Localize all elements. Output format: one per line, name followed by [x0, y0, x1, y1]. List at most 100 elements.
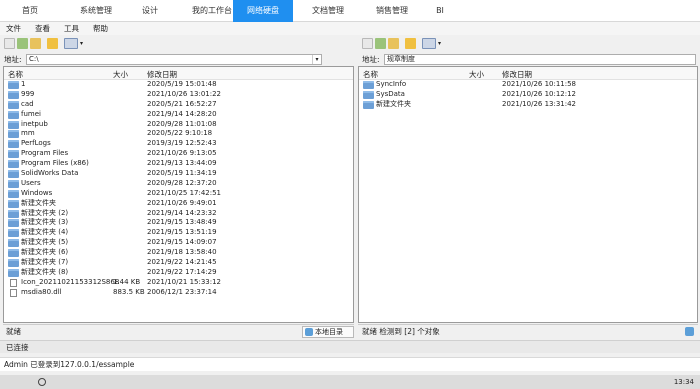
list-item[interactable]: 新建文件夹 (4) 2021/9/15 13:51:19	[4, 228, 353, 238]
taskbar-clock: 13:34	[673, 378, 694, 386]
list-item[interactable]: SolidWorks Data 2020/5/19 11:34:19	[4, 169, 353, 179]
file-icon	[10, 288, 17, 297]
list-item[interactable]: 新建文件夹 (5) 2021/9/15 14:09:07	[4, 238, 353, 248]
item-date: 2021/9/22 17:14:29	[147, 267, 217, 276]
menu-item-1[interactable]: 查看	[35, 23, 50, 34]
tab-6[interactable]: 销售管理	[362, 0, 422, 22]
list-item[interactable]: Program Files 2021/10/26 9:13:05	[4, 149, 353, 159]
right-file-list[interactable]: 名称 大小 修改日期 SyncInfo 2021/10/26 10:11:58 Sy…	[358, 66, 698, 323]
item-date: 2006/12/1 23:37:14	[147, 287, 217, 296]
list-item[interactable]: fumei 2021/9/14 14:28:20	[4, 110, 353, 120]
open-folder-icon[interactable]	[405, 38, 416, 49]
right-status-bar: 就绪 检测到 [2] 个对象	[358, 324, 698, 338]
view-mode-icon[interactable]	[422, 38, 436, 49]
folder-icon	[8, 259, 19, 268]
list-item[interactable]: inetpub 2020/9/28 11:01:08	[4, 120, 353, 130]
local-directory-button[interactable]: 本地目录	[302, 326, 354, 338]
list-item[interactable]: msdia80.dll 883.5 KB 2006/12/1 23:37:14	[4, 288, 353, 298]
tab-5[interactable]: 文档管理	[298, 0, 358, 22]
search-icon[interactable]	[38, 378, 46, 386]
right-address-bar: 地址: 规章制度	[362, 53, 696, 65]
left-file-list[interactable]: 名称 大小 修改日期 1 2020/5/19 15:01:48 999 2021/10…	[3, 66, 354, 323]
column-name[interactable]: 名称	[363, 69, 378, 80]
folder-icon	[363, 100, 374, 109]
top-navigation: 首页 系统管理 设计 我的工作台 网络硬盘 文档管理 销售管理 BI	[0, 0, 700, 22]
left-status-bar: 就绪 本地目录	[3, 324, 354, 338]
tab-0[interactable]: 首页	[4, 0, 56, 22]
item-name: Program Files (x86)	[21, 159, 89, 168]
column-name[interactable]: 名称	[8, 69, 23, 80]
item-name: Windows	[21, 188, 53, 197]
list-item[interactable]: 新建文件夹 (6) 2021/9/18 13:58:40	[4, 248, 353, 258]
list-item[interactable]: SyncInfo 2021/10/26 10:11:58	[359, 80, 697, 90]
column-date[interactable]: 修改日期	[147, 69, 177, 80]
list-item[interactable]: 新建文件夹 (3) 2021/9/15 13:48:49	[4, 218, 353, 228]
item-name: SolidWorks Data	[21, 169, 79, 178]
sync-icon[interactable]	[685, 327, 694, 336]
folder-icon	[363, 90, 374, 99]
folder-icon	[8, 170, 19, 179]
item-name: fumei	[21, 109, 41, 118]
new-document-icon[interactable]	[4, 38, 15, 49]
item-date: 2021/10/26 13:01:22	[147, 89, 222, 98]
menu-item-3[interactable]: 帮助	[93, 23, 108, 34]
item-name: 新建文件夹	[376, 99, 411, 108]
item-date: 2020/5/22 9:10:18	[147, 129, 213, 138]
item-name: 1	[21, 80, 26, 88]
tab-4[interactable]: 网络硬盘	[233, 0, 293, 22]
list-item[interactable]: Icon_20211021153312S868 1.44 KB 2021/10/21…	[4, 278, 353, 288]
list-item[interactable]: Program Files (x86) 2021/9/13 13:44:09	[4, 159, 353, 169]
list-item[interactable]: Windows 2021/10/25 17:42:51	[4, 189, 353, 199]
chevron-down-icon[interactable]: ▾	[312, 54, 321, 64]
login-status: Admin 已登录到127.0.0.1/essample	[0, 357, 700, 371]
list-item[interactable]: cad 2020/5/21 16:52:27	[4, 100, 353, 110]
folder-icon	[8, 209, 19, 218]
column-date[interactable]: 修改日期	[502, 69, 532, 80]
list-item[interactable]: 新建文件夹 (2) 2021/9/14 14:23:32	[4, 209, 353, 219]
open-folder-icon[interactable]	[47, 38, 58, 49]
item-date: 2021/9/15 13:48:49	[147, 218, 217, 227]
menu-item-2[interactable]: 工具	[64, 23, 79, 34]
tab-1[interactable]: 系统管理	[60, 0, 132, 22]
right-address-field[interactable]: 规章制度	[384, 53, 696, 65]
column-size[interactable]: 大小	[469, 69, 484, 80]
item-date: 2021/10/21 15:33:12	[147, 277, 222, 286]
address-label: 地址:	[362, 54, 380, 64]
address-label: 地址:	[4, 54, 22, 64]
item-date: 2021/10/26 13:31:42	[502, 99, 577, 108]
folder-icon	[8, 90, 19, 99]
chevron-down-icon[interactable]: ▾	[80, 40, 83, 47]
item-name: 新建文件夹 (4)	[21, 228, 69, 237]
up-folder-icon[interactable]	[30, 38, 41, 49]
list-item[interactable]: 新建文件夹 (8) 2021/9/22 17:14:29	[4, 268, 353, 278]
list-item[interactable]: 999 2021/10/26 13:01:22	[4, 90, 353, 100]
address-value: 规章制度	[387, 54, 415, 63]
left-column-header: 名称 大小 修改日期	[4, 67, 353, 80]
new-document-icon[interactable]	[362, 38, 373, 49]
list-item[interactable]: 新建文件夹 2021/10/26 9:49:01	[4, 199, 353, 209]
column-size[interactable]: 大小	[113, 69, 128, 80]
left-address-field[interactable]: C:\ ▾	[26, 53, 322, 65]
view-mode-icon[interactable]	[64, 38, 78, 49]
tab-2[interactable]: 设计	[128, 0, 172, 22]
list-item[interactable]: PerfLogs 2019/3/19 12:52:43	[4, 139, 353, 149]
item-date: 2021/10/26 9:49:01	[147, 198, 217, 207]
list-item[interactable]: SysData 2021/10/26 10:12:12	[359, 90, 697, 100]
refresh-icon[interactable]	[375, 38, 386, 49]
list-item[interactable]: Users 2020/9/28 12:37:20	[4, 179, 353, 189]
item-name: SyncInfo	[376, 80, 407, 88]
item-name: mm	[21, 129, 35, 138]
folder-icon	[8, 239, 19, 248]
tab-7[interactable]: BI	[420, 0, 460, 22]
up-folder-icon[interactable]	[388, 38, 399, 49]
list-item[interactable]: 1 2020/5/19 15:01:48	[4, 80, 353, 90]
chevron-down-icon[interactable]: ▾	[438, 40, 441, 47]
list-item[interactable]: 新建文件夹 (7) 2021/9/22 14:21:45	[4, 258, 353, 268]
list-item[interactable]: 新建文件夹 2021/10/26 13:31:42	[359, 100, 697, 110]
item-date: 2021/9/18 13:58:40	[147, 248, 217, 257]
menu-item-0[interactable]: 文件	[6, 23, 21, 34]
item-date: 2021/9/14 14:28:20	[147, 109, 217, 118]
item-size: 1.44 KB	[113, 277, 141, 286]
list-item[interactable]: mm 2020/5/22 9:10:18	[4, 129, 353, 139]
refresh-icon[interactable]	[17, 38, 28, 49]
